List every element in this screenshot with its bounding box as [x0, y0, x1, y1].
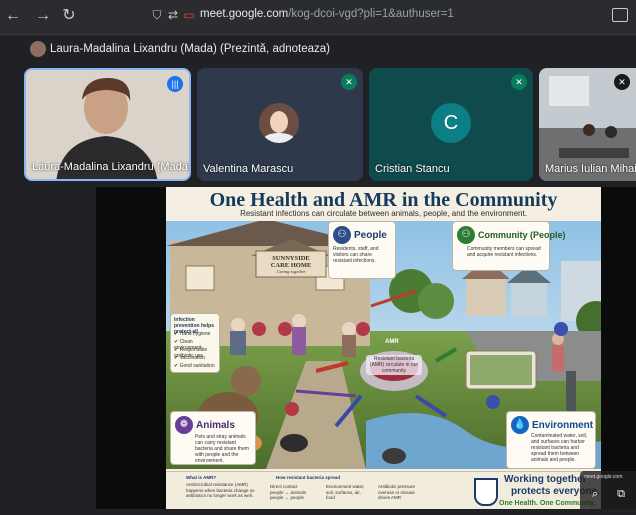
mic-off-icon: ✕: [511, 74, 527, 90]
environment-card: 💧 Environment Contaminated water, soil, …: [506, 411, 596, 469]
participant-name: Laura-Madalina Lixandru (Mada): [32, 161, 191, 173]
participant-name: Cristian Stancu: [375, 163, 450, 175]
infection-item: ✔ Vaccination: [174, 355, 206, 361]
slide-subtitle: Resistant infections can circulate betwe…: [240, 209, 527, 218]
speaking-indicator-icon: |||: [167, 76, 183, 92]
zoom-icon[interactable]: ⌕: [588, 487, 602, 501]
mic-off-icon: ✕: [614, 74, 630, 90]
avatar: C: [431, 103, 471, 143]
animals-card: ❁ Animals Pets and stray animals can car…: [170, 411, 256, 465]
shared-slide: One Health and AMR in the Community Resi…: [166, 187, 601, 509]
community-icon: ⚇: [457, 226, 475, 244]
presentation-controls: meet.google.com ⌕ ⧉: [580, 471, 636, 509]
shield-icon: [474, 478, 498, 506]
cta-line-1: Working together: [504, 474, 587, 485]
extension-icon[interactable]: [612, 8, 628, 22]
participant-tile[interactable]: ✕ Valentina Marascu: [197, 68, 363, 181]
forward-icon[interactable]: →: [34, 7, 52, 25]
water-drop-icon: 💧: [511, 416, 529, 434]
avatar: [259, 103, 299, 143]
participant-tile[interactable]: ✕ Marius Iulian Mihailescu: [539, 68, 636, 181]
mic-off-icon: ✕: [341, 74, 357, 90]
care-home-sign: SUNNYSIDE CARE HOME Caring together: [270, 255, 312, 274]
infection-item: ✔ Good sanitation: [174, 363, 215, 369]
site-controls-icon[interactable]: ⇄: [166, 8, 180, 22]
recording-icon[interactable]: ▭: [182, 8, 196, 22]
amr-center-label: AMR Resistant bacteria (AMR) circulate i…: [366, 339, 422, 375]
infection-prevention-card: Infection prevention helps protect all ✔…: [170, 313, 220, 373]
infection-item: ✔ Hand hygiene: [174, 331, 211, 337]
presenter-label: Laura-Madalina Lixandru (Mada) (Prezintă…: [50, 43, 330, 55]
avatar: [30, 41, 46, 57]
address-bar[interactable]: ⛉ ⇄ ▭ meet.google.com/kog-dcoi-vgd?pli=1…: [140, 5, 560, 27]
participant-tile[interactable]: C ✕ Cristian Stancu: [369, 68, 533, 181]
people-card: ⚇ People Residents, staff, and visitors …: [328, 221, 396, 279]
shield-icon[interactable]: ⛉: [150, 8, 164, 22]
community-card: ⚇ Community (People) Community members c…: [452, 221, 566, 271]
participant-name: Marius Iulian Mihailescu: [545, 163, 636, 175]
url-text[interactable]: meet.google.com/kog-dcoi-vgd?pli=1&authu…: [200, 8, 454, 20]
participant-name: Valentina Marascu: [203, 163, 294, 175]
open-new-window-icon[interactable]: ⧉: [614, 487, 628, 501]
participant-tile[interactable]: ||| Laura-Madalina Lixandru (Mada): [24, 68, 191, 181]
back-icon[interactable]: ←: [4, 7, 22, 25]
reload-icon[interactable]: ↻: [60, 7, 78, 25]
overlay-host: meet.google.com: [584, 474, 623, 480]
browser-toolbar: ← → ↻ ⛉ ⇄ ▭ meet.google.com/kog-dcoi-vgd…: [0, 0, 636, 35]
people-icon: ⚇: [333, 226, 351, 244]
paw-icon: ❁: [175, 416, 193, 434]
